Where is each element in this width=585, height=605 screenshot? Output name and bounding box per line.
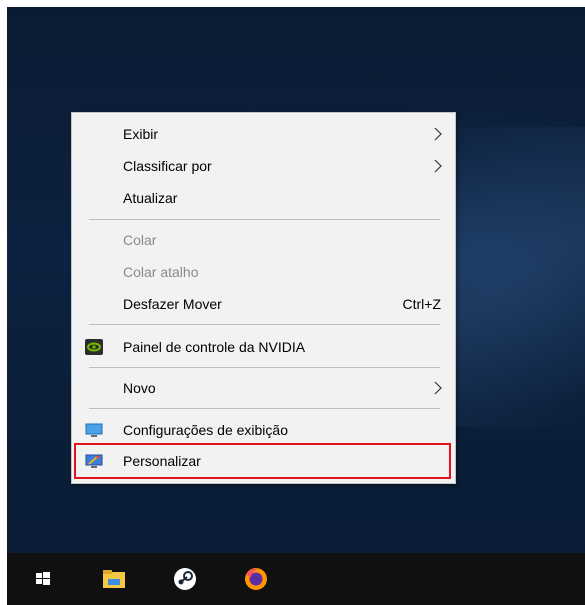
menu-separator xyxy=(89,324,440,325)
firefox-icon[interactable] xyxy=(242,565,270,593)
display-settings-icon xyxy=(85,423,103,437)
menu-separator xyxy=(89,367,440,368)
menu-separator xyxy=(89,219,440,220)
menu-item-label: Configurações de exibição xyxy=(123,422,288,438)
windows-start-icon[interactable] xyxy=(29,565,57,593)
menu-item-label: Colar xyxy=(123,232,157,248)
menu-item-colar[interactable]: Colar xyxy=(72,225,455,255)
menu-item-label: Desfazer Mover xyxy=(123,296,222,312)
menu-item-atualizar[interactable]: Atualizar xyxy=(72,183,455,213)
chevron-right-icon xyxy=(434,127,442,141)
menu-item-novo[interactable]: Novo xyxy=(72,373,455,403)
menu-item-label: Painel de controle da NVIDIA xyxy=(123,339,306,355)
menu-item-desfazer-mover[interactable]: Desfazer Mover Ctrl+Z xyxy=(72,289,455,319)
menu-item-label: Classificar por xyxy=(123,158,212,174)
menu-item-painel-nvidia[interactable]: Painel de controle da NVIDIA xyxy=(72,332,455,362)
menu-item-label: Colar atalho xyxy=(123,264,199,280)
steam-icon[interactable] xyxy=(171,565,199,593)
file-explorer-icon[interactable] xyxy=(100,565,128,593)
menu-item-colar-atalho[interactable]: Colar atalho xyxy=(72,257,455,287)
menu-item-classificar-por[interactable]: Classificar por xyxy=(72,151,455,181)
menu-item-label: Novo xyxy=(123,380,156,396)
desktop-context-menu: Exibir Classificar por Atualizar Colar C… xyxy=(71,112,456,484)
taskbar xyxy=(7,553,585,605)
chevron-right-icon xyxy=(434,159,442,173)
menu-item-accelerator: Ctrl+Z xyxy=(402,296,442,312)
menu-item-configuracoes-exibicao[interactable]: Configurações de exibição xyxy=(72,415,455,445)
menu-item-label: Exibir xyxy=(123,126,159,142)
menu-item-label: Atualizar xyxy=(123,190,178,206)
highlight-box xyxy=(74,443,451,479)
nvidia-icon xyxy=(85,339,103,355)
chevron-right-icon xyxy=(434,381,442,395)
menu-separator xyxy=(89,408,440,409)
menu-item-exibir[interactable]: Exibir xyxy=(72,119,455,149)
